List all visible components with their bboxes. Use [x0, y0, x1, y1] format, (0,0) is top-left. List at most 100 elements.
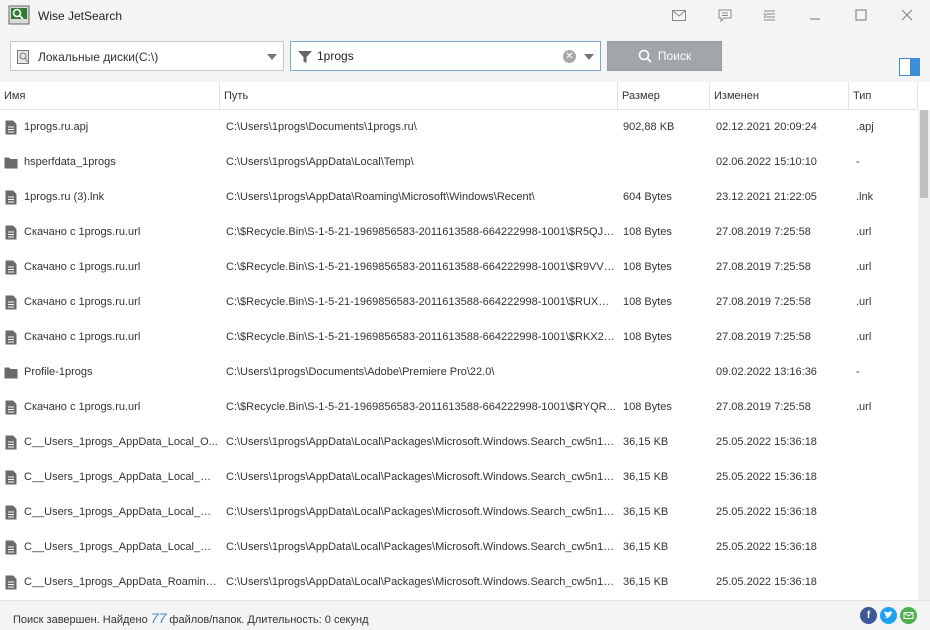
mail-icon: [672, 9, 686, 21]
cell-modified: 25.05.2022 15:36:18: [716, 506, 817, 518]
cell-size: 902,88 KB: [623, 121, 675, 133]
results-table: Имя Путь Размер Изменен Тип 1progs.ru.ap…: [0, 82, 930, 600]
search-button[interactable]: Поиск: [607, 41, 722, 71]
cell-path: C:\Users\1progs\AppData\Local\Temp\: [226, 156, 414, 168]
cell-path: C:\Users\1progs\AppData\Local\Packages\M…: [226, 506, 616, 518]
folder-icon: [4, 157, 18, 169]
cell-name: Profile-1progs: [24, 366, 93, 378]
cell-type: .url: [856, 296, 872, 308]
facebook-share-button[interactable]: f: [860, 607, 877, 624]
table-row[interactable]: C__Users_1progs_AppData_Local_Uk... C:\Us…: [0, 460, 918, 495]
cell-type: [856, 530, 916, 565]
table-row[interactable]: Скачано с 1progs.ru.url C:\$Recycle.Bin\S…: [0, 390, 918, 425]
status-bar: Поиск завершен. Найдено 77 файлов/папок.…: [0, 600, 930, 630]
cell-path: C:\$Recycle.Bin\S-1-5-21-1969856583-2011…: [226, 261, 616, 273]
cell-modified: 27.08.2019 7:25:58: [716, 296, 811, 308]
cell-name: C__Users_1progs_AppData_Local_Un...: [24, 541, 218, 553]
email-share-button[interactable]: [900, 607, 917, 624]
cell-name: Скачано с 1progs.ru.url: [24, 261, 141, 273]
file-icon: [5, 330, 17, 345]
table-row[interactable]: Скачано с 1progs.ru.url C:\$Recycle.Bin\S…: [0, 285, 918, 320]
preview-pane-toggle-icon[interactable]: [899, 58, 920, 76]
cell-modified: 27.08.2019 7:25:58: [716, 401, 811, 413]
cell-type: [856, 495, 916, 530]
cell-name: C__Users_1progs_AppData_Local_Uk...: [24, 471, 218, 483]
cell-name: 1progs.ru.apj: [24, 121, 89, 133]
cell-path: C:\Users\1progs\AppData\Roaming\Microsof…: [226, 191, 535, 203]
cell-size: 108 Bytes: [623, 296, 672, 308]
status-text: Поиск завершен. Найдено 77 файлов/папок.…: [13, 610, 369, 626]
filter-icon[interactable]: [297, 49, 313, 65]
table-row[interactable]: hsperfdata_1progs C:\Users\1progs\AppData…: [0, 145, 918, 180]
search-input[interactable]: [317, 47, 557, 65]
table-row[interactable]: C__Users_1progs_AppData_Local_Uk... C:\Us…: [0, 495, 918, 530]
facebook-icon: f: [866, 610, 871, 621]
skin-button[interactable]: [756, 5, 782, 25]
search-button-label: Поиск: [657, 49, 692, 63]
cell-modified: 23.12.2021 21:22:05: [716, 191, 817, 203]
search-icon: [638, 49, 652, 63]
drive-select-value: Локальные диски(C:\): [38, 50, 159, 64]
cell-size: [623, 355, 709, 390]
cell-type: .lnk: [856, 191, 874, 203]
close-button[interactable]: [894, 5, 920, 25]
comment-button[interactable]: [712, 5, 738, 25]
table-row[interactable]: C__Users_1progs_AppData_Local_Un... C:\Us…: [0, 530, 918, 565]
search-box[interactable]: ✕: [290, 41, 601, 71]
feedback-mail-button[interactable]: [666, 5, 692, 25]
table-row[interactable]: 1progs.ru (3).lnk C:\Users\1progs\AppData…: [0, 180, 918, 215]
table-row[interactable]: Скачано с 1progs.ru.url C:\$Recycle.Bin\S…: [0, 320, 918, 355]
clear-search-icon[interactable]: ✕: [563, 50, 576, 63]
table-row[interactable]: Profile-1progs C:\Users\1progs\Documents\…: [0, 355, 918, 390]
twitter-icon: [884, 611, 893, 619]
cell-type: .url: [856, 401, 872, 413]
cell-modified: 02.12.2021 20:09:24: [716, 121, 817, 133]
cell-size: 108 Bytes: [623, 401, 672, 413]
cell-type: -: [856, 156, 860, 168]
table-row[interactable]: C__Users_1progs_AppData_Roaming... C:\Use…: [0, 565, 918, 600]
maximize-button[interactable]: [848, 5, 874, 25]
column-header-modified[interactable]: Изменен: [710, 82, 849, 110]
cell-size: 36,15 KB: [623, 506, 669, 518]
cell-size: 108 Bytes: [623, 226, 672, 238]
title-bar: Wise JetSearch: [0, 0, 930, 30]
drive-select[interactable]: Локальные диски(C:\): [10, 41, 284, 71]
file-icon: [5, 540, 17, 555]
file-icon: [5, 190, 17, 205]
column-header-size[interactable]: Размер: [618, 82, 710, 110]
file-icon: [5, 120, 17, 135]
table-row[interactable]: 1progs.ru.apj C:\Users\1progs\Documents\1…: [0, 110, 918, 145]
cell-size: [623, 145, 709, 180]
cell-modified: 25.05.2022 15:36:18: [716, 576, 817, 588]
cell-size: 108 Bytes: [623, 261, 672, 273]
column-header-type[interactable]: Тип: [849, 82, 918, 110]
drive-icon: [17, 50, 29, 64]
cell-path: C:\$Recycle.Bin\S-1-5-21-1969856583-2011…: [226, 296, 616, 308]
table-row[interactable]: C__Users_1progs_AppData_Local_O... C:\Use…: [0, 425, 918, 460]
table-header: Имя Путь Размер Изменен Тип: [0, 82, 918, 110]
column-header-path[interactable]: Путь: [220, 82, 618, 110]
cell-size: 36,15 KB: [623, 436, 669, 448]
table-row[interactable]: Скачано с 1progs.ru.url C:\$Recycle.Bin\S…: [0, 250, 918, 285]
cell-name: C__Users_1progs_AppData_Local_O...: [24, 436, 218, 448]
vertical-scrollbar[interactable]: [918, 110, 930, 600]
cell-type: .url: [856, 331, 872, 343]
scrollbar-thumb[interactable]: [920, 110, 928, 198]
twitter-share-button[interactable]: [880, 607, 897, 624]
cell-path: C:\Users\1progs\AppData\Local\Packages\M…: [226, 541, 616, 553]
cell-name: hsperfdata_1progs: [24, 156, 116, 168]
search-history-chevron-icon[interactable]: [584, 54, 594, 60]
cell-name: Скачано с 1progs.ru.url: [24, 401, 141, 413]
cell-size: 36,15 KB: [623, 471, 669, 483]
minimize-button[interactable]: [802, 5, 828, 25]
cell-type: [856, 565, 916, 600]
cell-size: 604 Bytes: [623, 191, 672, 203]
chevron-down-icon[interactable]: [267, 54, 277, 60]
status-prefix: Поиск завершен. Найдено: [13, 614, 148, 626]
cell-name: Скачано с 1progs.ru.url: [24, 226, 141, 238]
column-header-name[interactable]: Имя: [0, 82, 220, 110]
table-row[interactable]: Скачано с 1progs.ru.url C:\$Recycle.Bin\S…: [0, 215, 918, 250]
folder-icon: [4, 367, 18, 379]
file-icon: [5, 435, 17, 450]
cell-path: C:\Users\1progs\AppData\Local\Packages\M…: [226, 471, 616, 483]
